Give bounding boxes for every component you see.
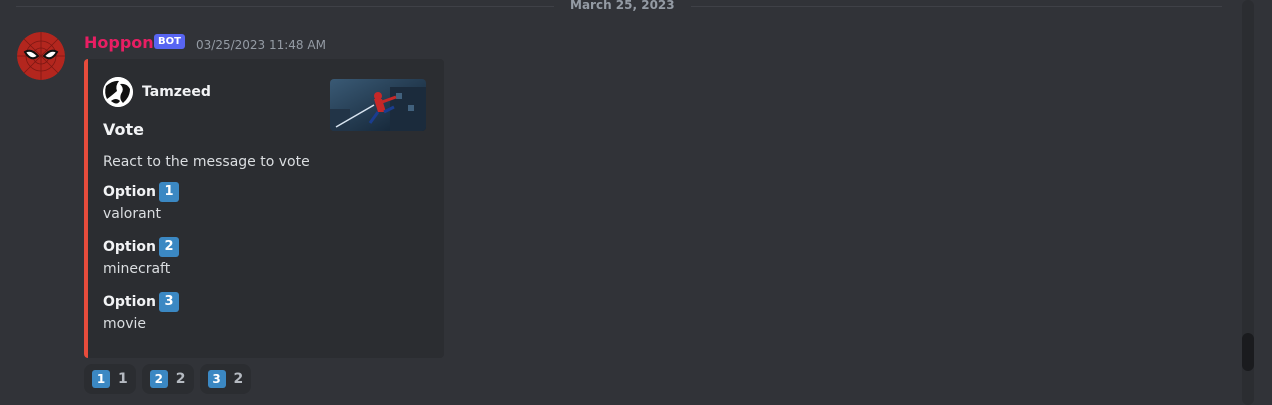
poll-option-1: Option 1 valorant: [103, 181, 179, 223]
thumbnail-art: [330, 79, 426, 131]
username[interactable]: Hoppon: [84, 33, 154, 53]
embed-title: Vote: [103, 120, 144, 139]
embed-description: React to the message to vote: [103, 154, 310, 170]
message-timestamp[interactable]: 03/25/2023 11:48 AM: [196, 37, 326, 53]
spiderman-avatar-icon[interactable]: [17, 32, 65, 80]
poll-option-2: Option 2 minecraft: [103, 236, 179, 278]
poll-embed: Tamzeed Vote React to the message to vot…: [84, 59, 444, 358]
keycap-2-icon: 2: [159, 237, 179, 257]
keycap-1-icon: 1: [92, 370, 110, 388]
keycap-3-icon: 3: [159, 292, 179, 312]
keycap-2-icon: 2: [149, 370, 168, 388]
scrollbar-thumb[interactable]: [1242, 333, 1254, 371]
embed-author-name[interactable]: Tamzeed: [142, 83, 211, 101]
date-divider: March 25, 2023: [554, 0, 691, 12]
poll-option-3: Option 3 movie: [103, 291, 179, 333]
reaction-count: 1: [118, 371, 128, 387]
bot-badge: BOT: [154, 34, 185, 49]
keycap-1-icon: 1: [159, 182, 179, 202]
reactions-bar: 1 1 2 2 3 2: [84, 364, 252, 394]
keycap-3-icon: 3: [207, 370, 226, 388]
reaction-count: 2: [233, 371, 244, 387]
option-value: movie: [103, 316, 146, 332]
option-label: Option: [103, 294, 156, 310]
author-avatar-icon[interactable]: [103, 77, 133, 107]
reaction-count: 2: [175, 371, 186, 387]
option-label: Option: [103, 184, 156, 200]
reaction-1-button[interactable]: 1 1: [84, 364, 136, 394]
reaction-3-button[interactable]: 3 2: [199, 364, 252, 394]
option-value: minecraft: [103, 261, 171, 277]
option-label: Option: [103, 239, 156, 255]
spiderman-thumbnail-image[interactable]: [330, 79, 426, 131]
author-avatar-image: [103, 77, 133, 107]
reaction-2-button[interactable]: 2 2: [141, 364, 194, 394]
avatar-image: [17, 32, 65, 80]
option-value: valorant: [103, 206, 162, 222]
chat-view: March 25, 2023 Hoppon BOT 03/25/2023 11:…: [0, 0, 1272, 405]
